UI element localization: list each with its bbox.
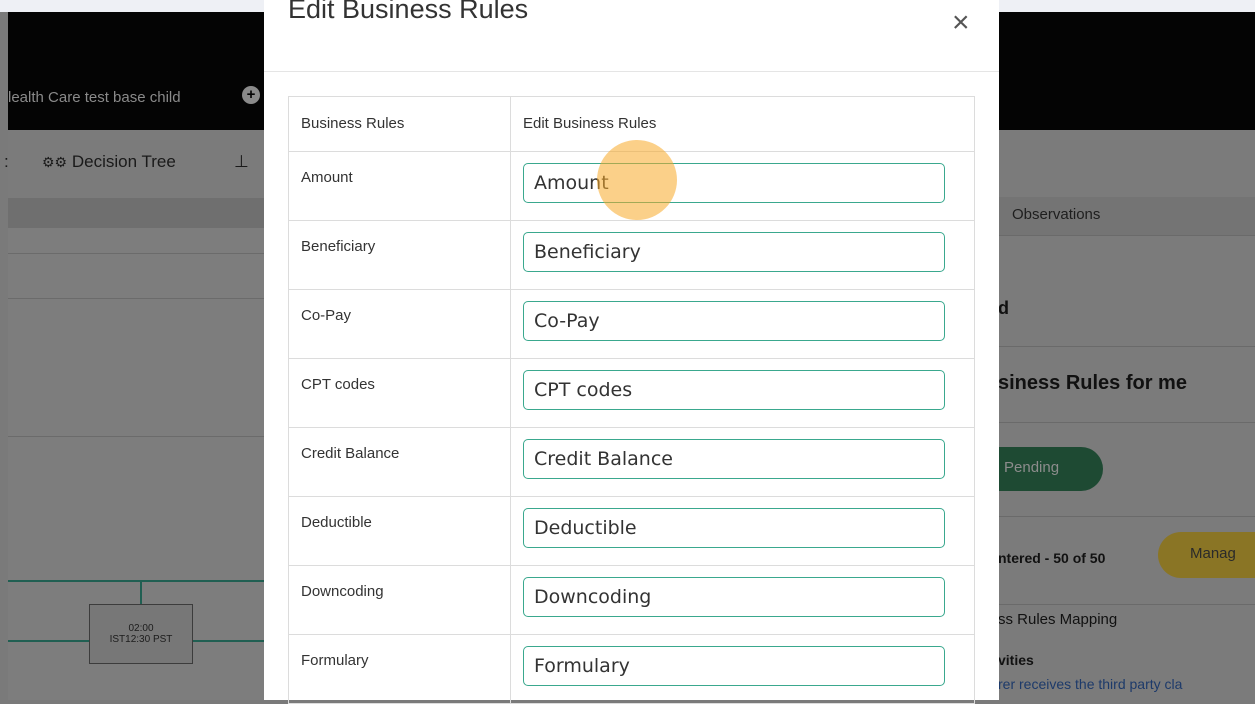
flow-node[interactable]: 02:00 IST12:30 PST — [89, 604, 193, 664]
divider — [998, 235, 1255, 236]
node-time: 02:00 — [128, 623, 154, 634]
panel-text: d — [998, 298, 1009, 318]
rule-edit-cell — [510, 427, 975, 497]
rule-name-cell: Beneficiary — [288, 220, 511, 290]
rule-edit-cell — [510, 565, 975, 635]
table-row: Beneficiary — [288, 220, 975, 290]
rule-name: Co-Pay — [301, 307, 352, 324]
divider — [998, 422, 1255, 423]
rule-input-credit-balance[interactable] — [523, 439, 945, 479]
rule-edit-cell — [510, 634, 975, 704]
entered-count: ntered - 50 of 50 — [998, 550, 1106, 566]
rule-name-cell: Formulary — [288, 634, 511, 704]
rule-edit-cell — [510, 220, 975, 290]
activities-label: vities — [998, 652, 1034, 668]
decision-tree-label: Decision Tree — [71, 152, 176, 171]
rule-name: Downcoding — [301, 583, 384, 600]
rule-input-formulary[interactable] — [523, 646, 945, 686]
flow-line — [192, 640, 264, 642]
rule-name: Formulary — [301, 652, 369, 669]
table-row: Co-Pay — [288, 289, 975, 359]
rule-input-amount[interactable] — [523, 163, 945, 203]
rule-name-cell: Amount — [288, 151, 511, 221]
modal-title: Edit Business Rules — [288, 0, 529, 24]
modal-divider — [264, 71, 999, 72]
table-row: Deductible — [288, 496, 975, 566]
close-icon[interactable]: × — [952, 8, 970, 38]
hierarchy-icon[interactable]: ⊥ — [234, 152, 249, 172]
divider — [8, 253, 264, 254]
rule-input-deductible[interactable] — [523, 508, 945, 548]
node-timezone: IST12:30 PST — [109, 634, 173, 645]
rule-name-cell: CPT codes — [288, 358, 511, 428]
column-header: Edit Business Rules — [510, 96, 975, 152]
divider — [998, 346, 1255, 347]
tab-label: Observations — [1012, 206, 1101, 223]
rule-name: Credit Balance — [301, 445, 400, 462]
pending-label: Pending — [1004, 459, 1060, 476]
rule-name-cell: Downcoding — [288, 565, 511, 635]
table-row: Credit Balance — [288, 427, 975, 497]
add-icon[interactable]: + — [242, 86, 260, 104]
edit-business-rules-modal: Edit Business Rules × Business Rules Edi… — [264, 0, 999, 704]
flow-line — [8, 640, 90, 642]
activity-link[interactable]: rer receives the third party cla — [998, 676, 1182, 692]
flow-line — [140, 582, 142, 604]
manage-label: Manag — [1190, 545, 1236, 562]
table-row: CPT codes — [288, 358, 975, 428]
rule-input-cpt-codes[interactable] — [523, 370, 945, 410]
gears-icon: ⚙⚙ — [42, 154, 68, 170]
rule-name: CPT codes — [301, 376, 375, 393]
flow-line — [8, 580, 264, 582]
tab-observations[interactable]: Observations — [998, 197, 1255, 235]
divider — [998, 516, 1255, 517]
column-header: Business Rules — [288, 96, 511, 152]
table-row: Formulary — [288, 634, 975, 704]
divider — [998, 604, 1255, 605]
manage-button[interactable]: Manag — [1158, 532, 1255, 578]
click-highlight — [597, 140, 677, 220]
toolbar-separator: : — [4, 152, 9, 171]
rule-name-cell: Deductible — [288, 496, 511, 566]
mapping-label: ss Rules Mapping — [998, 611, 1118, 628]
rule-name-cell: Co-Pay — [288, 289, 511, 359]
divider — [8, 298, 264, 299]
divider — [8, 436, 264, 437]
rule-input-downcoding[interactable] — [523, 577, 945, 617]
rule-edit-cell — [510, 151, 975, 221]
table-row: Downcoding — [288, 565, 975, 635]
panel-heading: siness Rules for me — [998, 372, 1187, 394]
rule-name: Deductible — [301, 514, 372, 531]
rule-edit-cell — [510, 289, 975, 359]
rule-input-beneficiary[interactable] — [523, 232, 945, 272]
rule-edit-cell — [510, 496, 975, 566]
project-name: lealth Care test base child — [8, 89, 181, 106]
decision-tree-button[interactable]: ⚙⚙ Decision Tree — [42, 152, 176, 172]
right-panel: Observations d siness Rules for me ntere… — [998, 130, 1255, 700]
rule-edit-cell — [510, 358, 975, 428]
rule-name: Beneficiary — [301, 238, 376, 255]
rule-name: Amount — [301, 169, 353, 186]
rule-name-cell: Credit Balance — [288, 427, 511, 497]
rule-input-co-pay[interactable] — [523, 301, 945, 341]
